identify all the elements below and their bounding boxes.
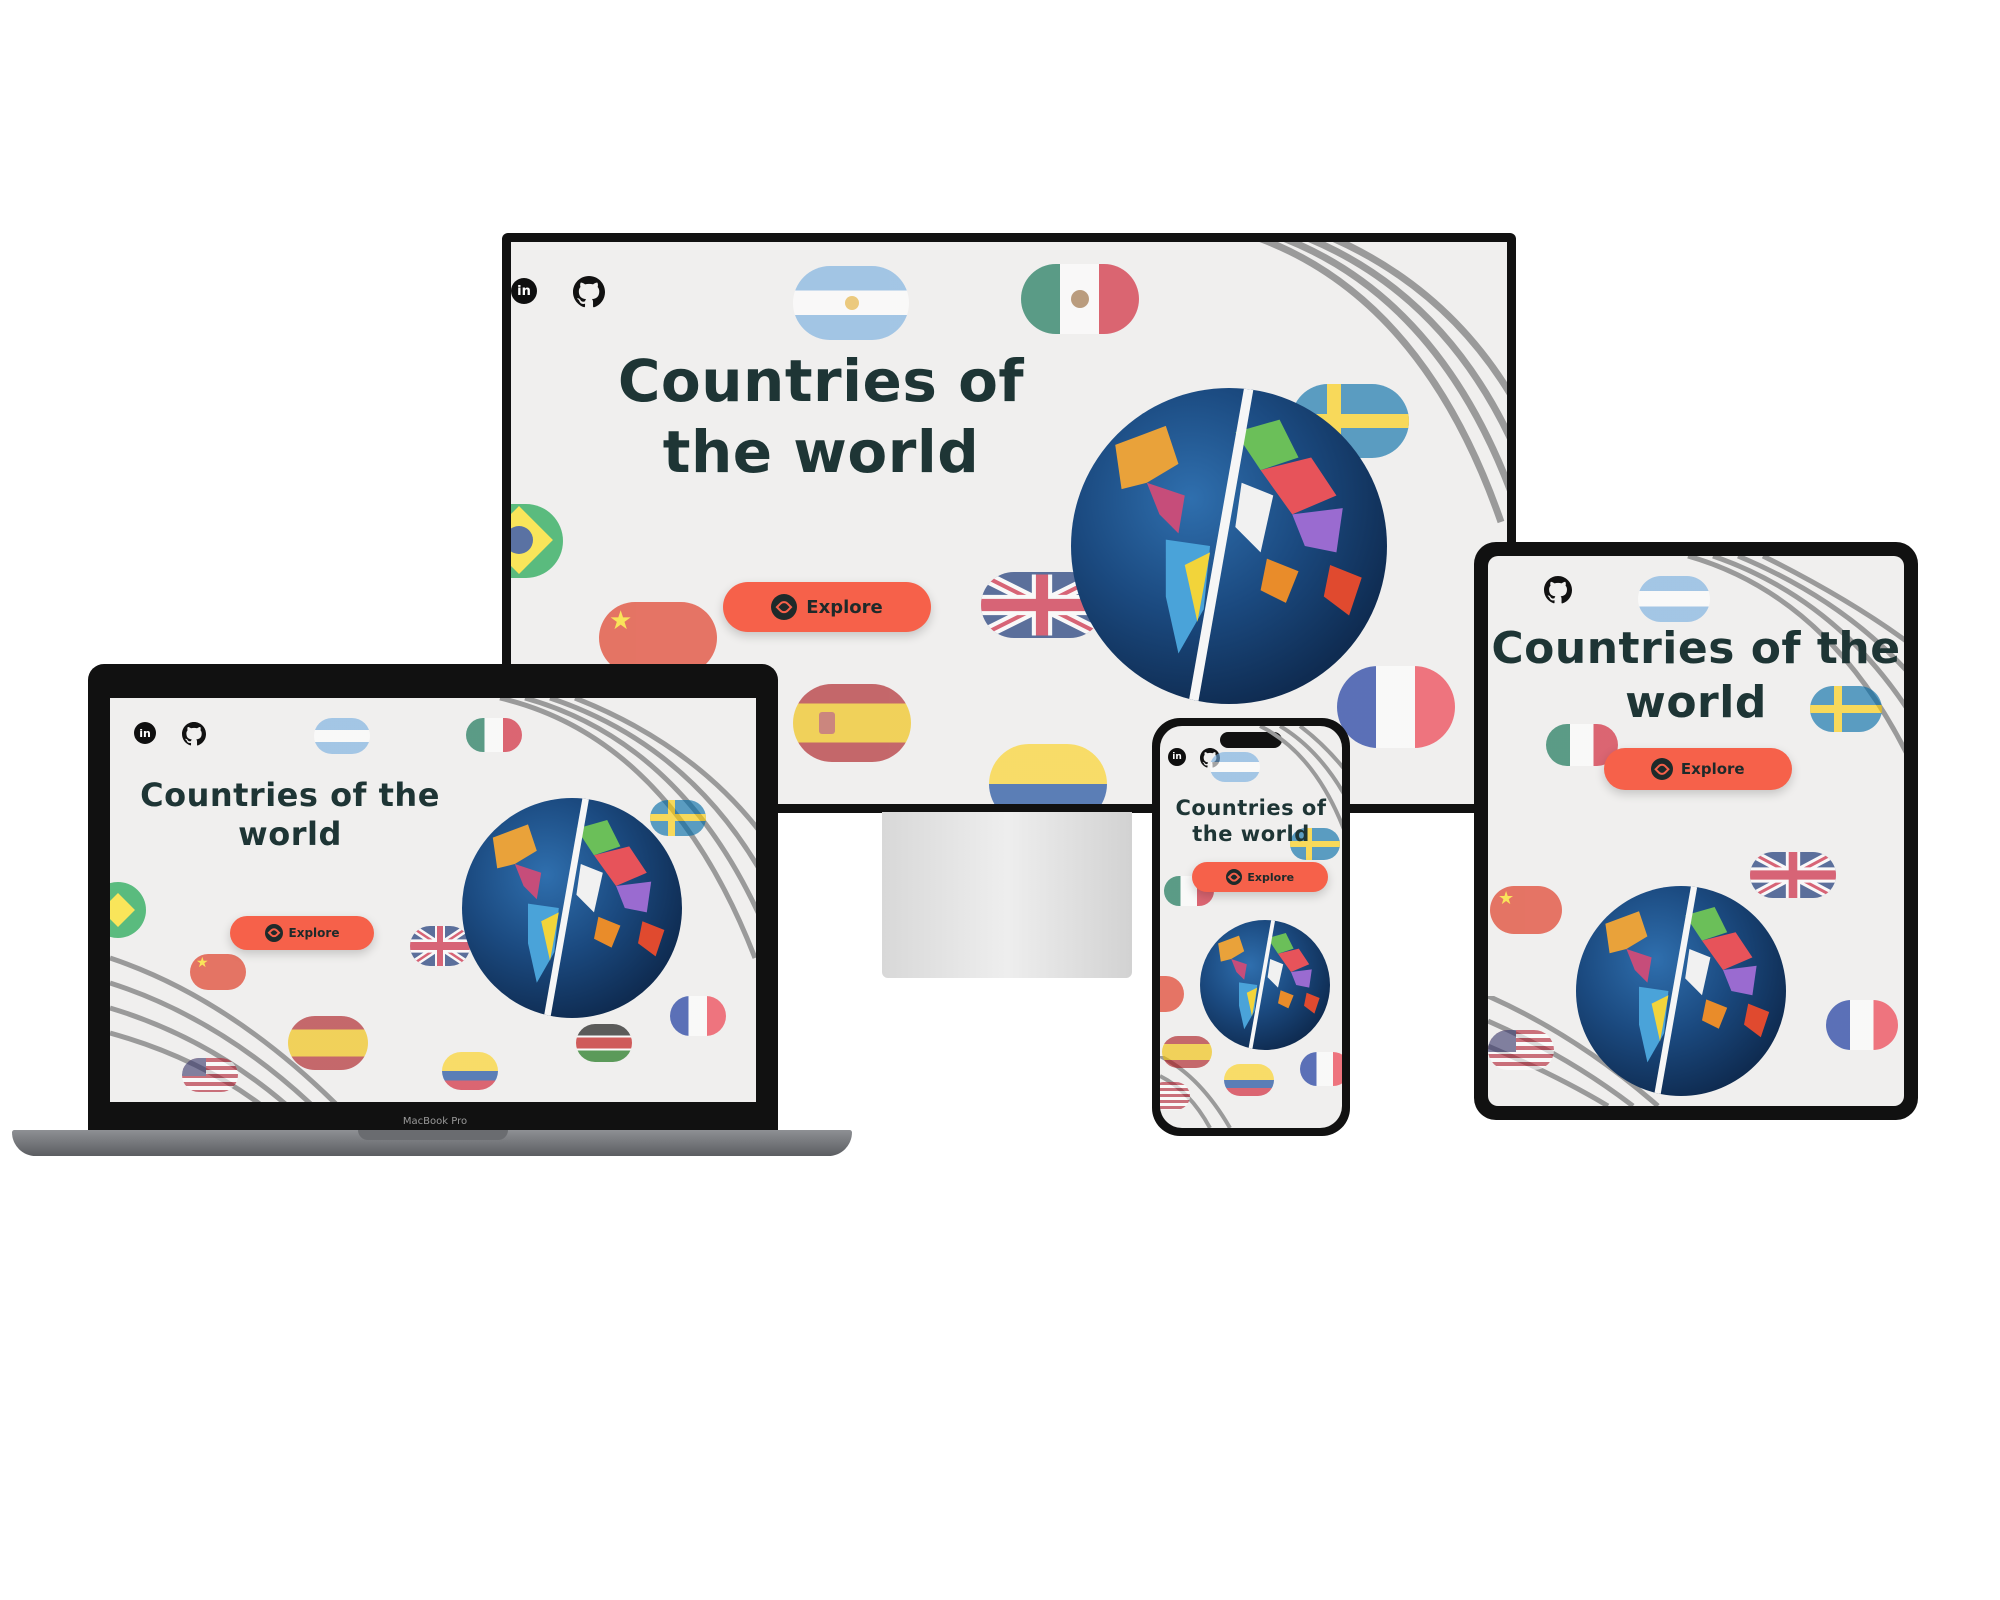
flag-france (1300, 1052, 1342, 1086)
explore-label: Explore (1680, 760, 1745, 778)
flag-brazil (511, 504, 563, 578)
explore-label: Explore (806, 596, 883, 618)
page-title: Countries of the world (1175, 796, 1327, 846)
linkedin-icon[interactable]: in (134, 722, 156, 744)
linkedin-icon[interactable]: in (511, 278, 537, 304)
globe-image (1071, 388, 1387, 704)
compass-icon (1651, 758, 1674, 780)
laptop-notch (358, 1130, 508, 1140)
flag-spain (288, 1016, 368, 1070)
star-emblem: ★ (609, 606, 633, 636)
flag-china: ★ (190, 954, 246, 990)
flag-colombia (1224, 1064, 1274, 1096)
compass-icon (1225, 869, 1242, 885)
flag-united-states (1160, 1082, 1190, 1110)
flag-argentina (793, 266, 909, 340)
flag-colombia (442, 1052, 498, 1090)
flag-argentina (1210, 752, 1260, 782)
continents (1115, 388, 1362, 702)
monitor-stand (882, 812, 1132, 978)
star-emblem: ★ (196, 955, 209, 971)
compass-icon (771, 594, 798, 620)
laptop-brand-label: MacBook Pro (402, 1116, 468, 1127)
phone-screen: in Explore Countries of the world (1160, 726, 1342, 1128)
flag-mexico (1021, 264, 1139, 334)
laptop-screen: in ★ Explore Countries of the world (110, 698, 756, 1102)
page-title: Countries of the world (140, 776, 440, 854)
globe-image (1576, 886, 1786, 1096)
eagle-emblem (1071, 290, 1089, 308)
flag-colombia (989, 744, 1107, 804)
github-icon[interactable] (182, 722, 207, 746)
flag-spain (793, 684, 911, 762)
tablet-screen: Explore ★ Countries of the world (1488, 556, 1904, 1106)
flag-argentina (314, 718, 370, 754)
flag-argentina (1638, 576, 1710, 622)
canton (1488, 1030, 1516, 1052)
flag-united-kingdom (410, 926, 470, 966)
globe-image (1200, 920, 1330, 1050)
continents (1605, 886, 1770, 1095)
explore-label: Explore (1247, 870, 1295, 884)
canton (182, 1058, 206, 1076)
compass-icon (264, 924, 283, 942)
flag-brazil (110, 882, 146, 938)
star-emblem: ★ (1498, 888, 1515, 909)
github-icon[interactable] (1544, 576, 1573, 604)
github-icon[interactable] (573, 276, 606, 308)
flag-united-states (182, 1058, 238, 1092)
diamond (110, 893, 135, 927)
explore-button[interactable]: Explore (230, 916, 374, 950)
flag-china (1160, 976, 1184, 1012)
flag-kenya (576, 1024, 632, 1062)
union-jack (410, 926, 470, 966)
explore-button[interactable]: Explore (723, 582, 931, 632)
continents (1218, 920, 1320, 1049)
phone: in Explore Countries of the world (1152, 718, 1350, 1136)
coat-of-arms (819, 712, 835, 734)
tablet: Explore ★ Countries of the world (1474, 542, 1918, 1120)
flag-france (1826, 1000, 1898, 1050)
flag-united-states (1488, 1030, 1554, 1070)
explore-label: Explore (288, 926, 340, 940)
explore-button[interactable]: Explore (1192, 862, 1328, 892)
explore-button[interactable]: Explore (1604, 748, 1792, 790)
laptop-base (12, 1130, 852, 1156)
globe-image (462, 798, 682, 1018)
laptop: in ★ Explore Countries of the world (88, 664, 778, 1140)
linkedin-icon[interactable]: in (1168, 748, 1186, 766)
page-title: Countries of the world (1491, 623, 1901, 728)
sun-emblem (845, 296, 859, 310)
page-title: Countries of the world (617, 347, 1025, 486)
flag-china: ★ (1490, 886, 1562, 934)
continents (492, 798, 665, 1016)
flag-mexico (466, 718, 522, 752)
